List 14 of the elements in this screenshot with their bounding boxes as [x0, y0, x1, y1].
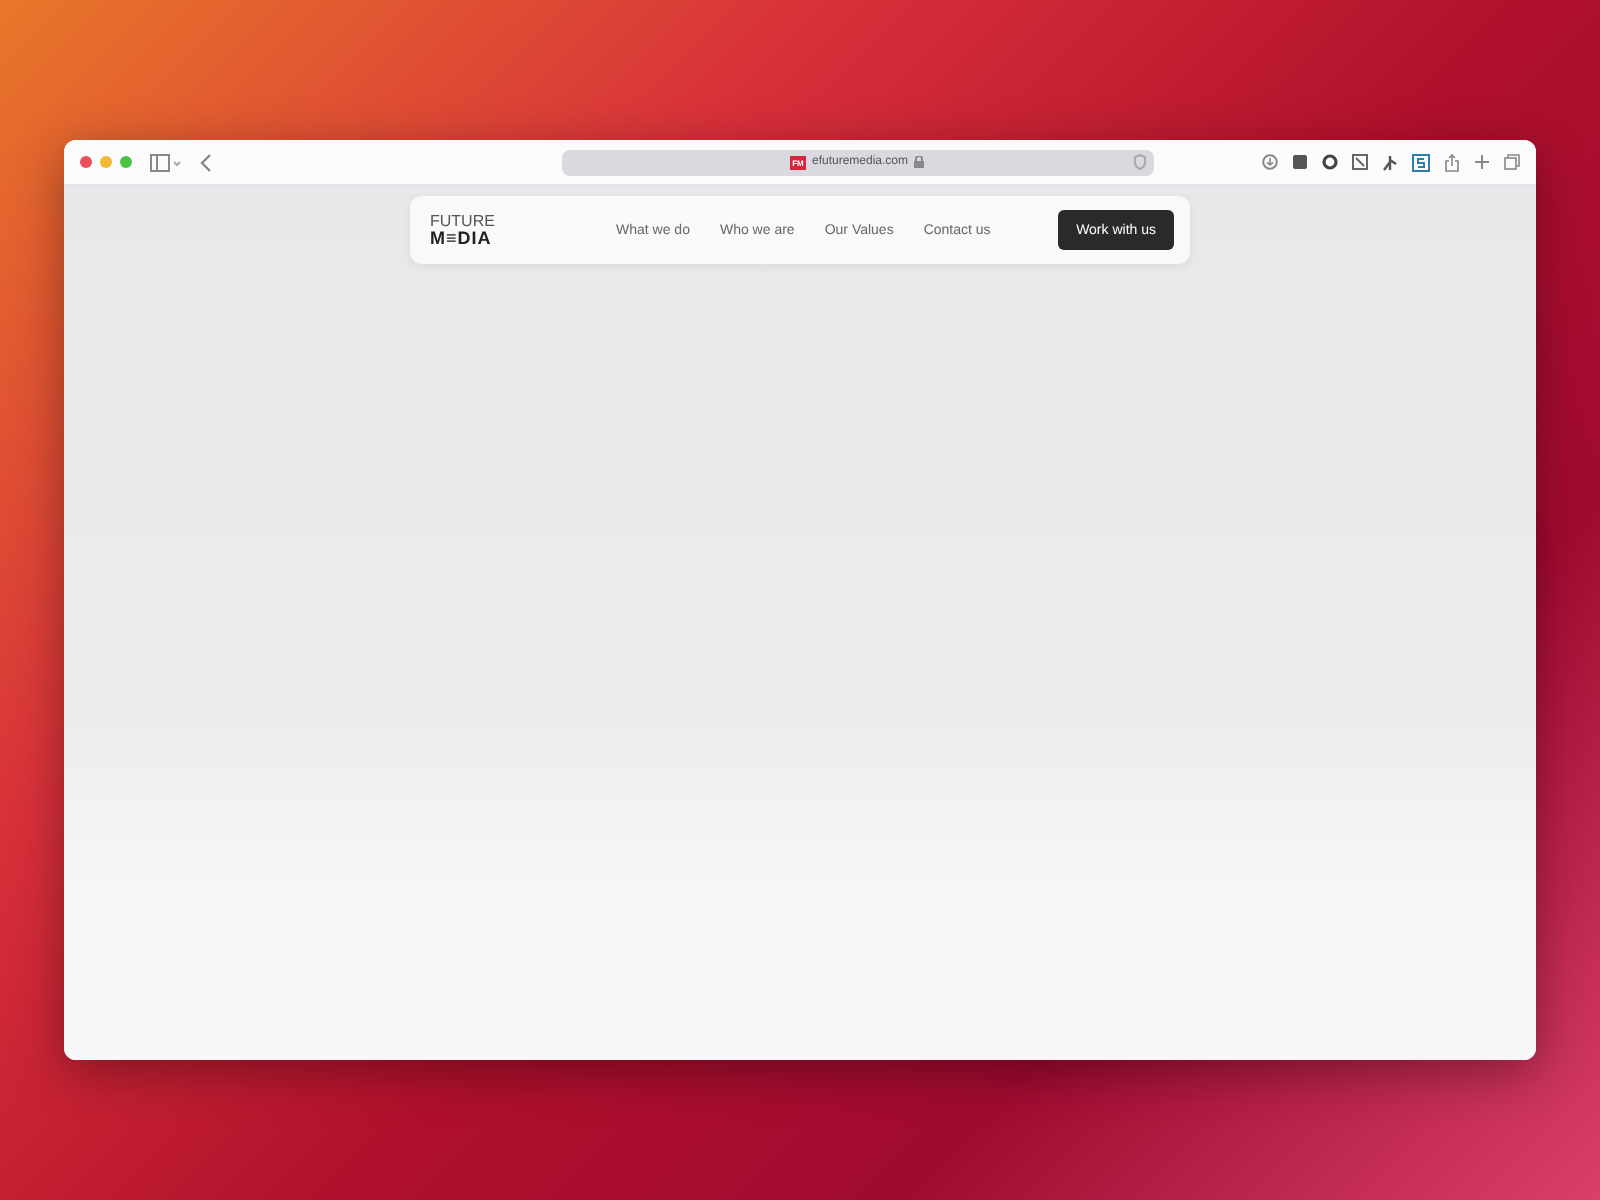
back-icon[interactable] [200, 153, 212, 171]
extension-icon[interactable] [1292, 154, 1308, 170]
sidebar-icon[interactable] [150, 153, 182, 171]
download-icon[interactable] [1262, 154, 1278, 170]
close-icon[interactable] [80, 156, 92, 168]
minimize-icon[interactable] [100, 156, 112, 168]
zoom-icon[interactable] [120, 156, 132, 168]
ring-icon[interactable] [1322, 154, 1338, 170]
share-icon[interactable] [1444, 153, 1460, 171]
lock-icon [914, 156, 925, 168]
plus-icon[interactable] [1474, 154, 1490, 170]
logo[interactable]: FUTURE M≡DIA [430, 212, 550, 248]
tabs-icon[interactable] [1504, 154, 1520, 170]
extension-icon[interactable] [1412, 153, 1430, 171]
